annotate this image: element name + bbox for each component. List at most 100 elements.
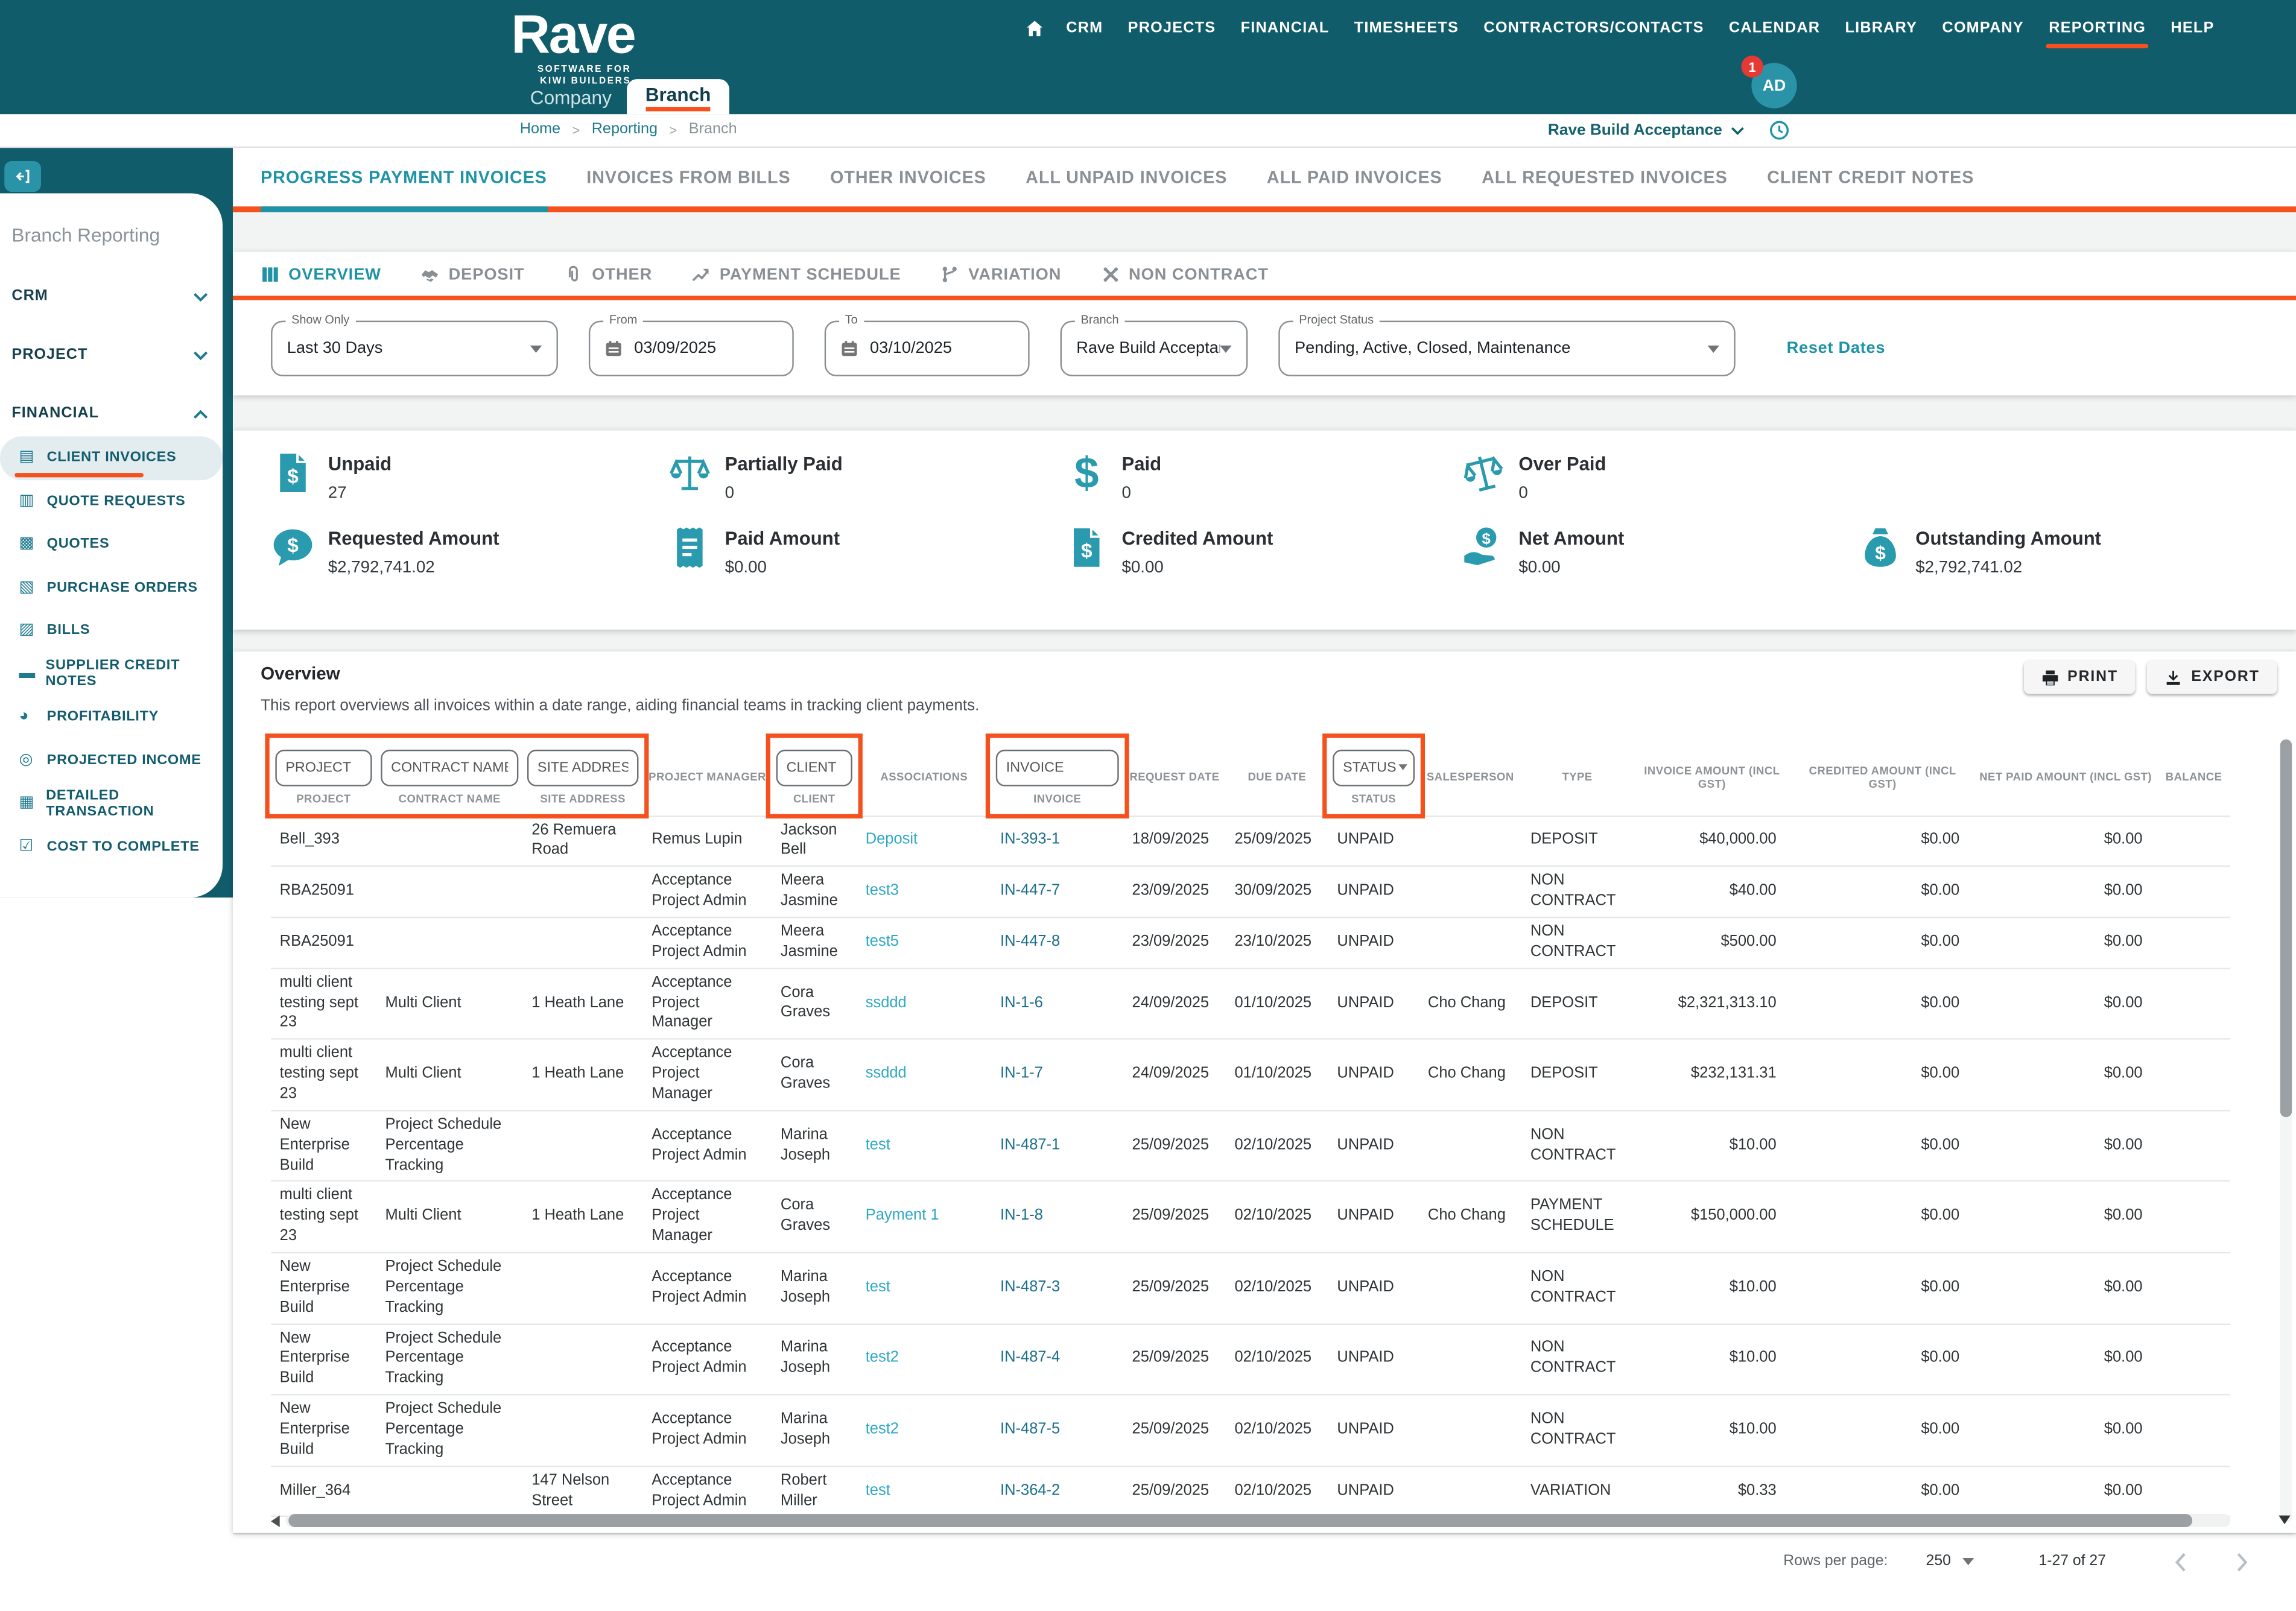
invoice-link[interactable]: IN-447-7: [1000, 882, 1060, 899]
sidebar-section-crm[interactable]: CRM: [11, 288, 208, 305]
association-link[interactable]: test: [866, 1136, 890, 1153]
site-address-filter-input[interactable]: [527, 749, 639, 787]
tab-company[interactable]: Company: [516, 82, 627, 114]
report-tab[interactable]: CLIENT CREDIT NOTES: [1767, 148, 1974, 206]
nav-item[interactable]: PROJECTS: [1128, 21, 1216, 37]
nav-item[interactable]: CRM: [1066, 21, 1103, 37]
cell-status: UNPAID: [1328, 1394, 1419, 1467]
to-date-field[interactable]: To 03/10/2025: [824, 313, 1030, 376]
contract-name-filter-input[interactable]: [381, 749, 519, 787]
report-tab[interactable]: OTHER INVOICES: [830, 148, 986, 206]
invoice-filter-input[interactable]: [995, 749, 1119, 787]
report-tab[interactable]: INVOICES FROM BILLS: [586, 148, 790, 206]
sidebar-item[interactable]: COST TO COMPLETE: [0, 825, 223, 869]
invoice-link[interactable]: IN-1-8: [1000, 1207, 1043, 1224]
association-link[interactable]: test: [866, 1278, 890, 1296]
sidebar-item[interactable]: PROFITABILITY: [0, 695, 223, 739]
nav-item[interactable]: TIMESHEETS: [1354, 21, 1459, 37]
nav-item[interactable]: LIBRARY: [1845, 21, 1917, 37]
breadcrumb-home[interactable]: Home: [520, 121, 560, 138]
sidebar-item[interactable]: QUOTE REQUESTS: [0, 480, 223, 523]
rows-per-page-select[interactable]: 250: [1926, 1554, 1974, 1569]
project-status-select[interactable]: Project Status Pending, Active, Closed, …: [1278, 313, 1736, 376]
nav-item[interactable]: COMPANY: [1942, 21, 2024, 37]
home-icon[interactable]: [1025, 19, 1044, 39]
collapse-sidebar-button[interactable]: [4, 161, 41, 192]
sidebar-item[interactable]: DETAILED TRANSACTION: [0, 782, 223, 825]
previous-page-button[interactable]: [2171, 1551, 2191, 1572]
association-link[interactable]: test: [866, 1481, 890, 1499]
clock-icon[interactable]: [1769, 120, 1790, 141]
nav-item[interactable]: CALENDAR: [1729, 21, 1820, 37]
cell-contract-name: Multi Client: [376, 1181, 523, 1253]
report-tab[interactable]: ALL REQUESTED INVOICES: [1482, 148, 1728, 206]
cell-salesperson: [1419, 1252, 1522, 1325]
cell-project-manager: Acceptance Project Admin: [642, 1110, 772, 1183]
invoice-link[interactable]: IN-487-4: [1000, 1349, 1060, 1367]
cell-credited-amount: $0.00: [1790, 815, 1974, 867]
nav-item[interactable]: HELP: [2171, 21, 2214, 37]
invoice-link[interactable]: IN-393-1: [1000, 831, 1060, 848]
print-button[interactable]: PRINT: [2023, 660, 2136, 694]
vertical-scroll-thumb[interactable]: [2280, 739, 2292, 1118]
invoice-link[interactable]: IN-447-8: [1000, 932, 1060, 950]
view-tab-overview[interactable]: OVERVIEW: [261, 265, 381, 284]
show-only-select[interactable]: Show Only Last 30 Days: [271, 313, 558, 376]
invoice-link[interactable]: IN-487-5: [1000, 1420, 1060, 1438]
report-tab[interactable]: ALL UNPAID INVOICES: [1026, 148, 1227, 206]
association-link[interactable]: test2: [866, 1349, 899, 1367]
tab-branch[interactable]: Branch: [626, 79, 731, 115]
rave-logo[interactable]: Rave SOFTWARE FOR KIWI BUILDERS: [511, 5, 636, 88]
report-tab[interactable]: ALL PAID INVOICES: [1267, 148, 1442, 206]
association-link[interactable]: test2: [866, 1420, 899, 1438]
view-tab-other[interactable]: OTHER: [564, 265, 652, 284]
branch-filter-select[interactable]: Branch Rave Build Acceptance: [1060, 313, 1248, 376]
export-button[interactable]: EXPORT: [2147, 660, 2277, 694]
invoice-link[interactable]: IN-487-3: [1000, 1278, 1060, 1296]
horizontal-scrollbar[interactable]: [271, 1514, 2231, 1527]
association-link[interactable]: test3: [866, 882, 899, 899]
cell-balance: [2157, 1039, 2231, 1112]
scroll-left-icon[interactable]: [271, 1514, 280, 1527]
client-filter-input[interactable]: [776, 749, 852, 787]
sidebar-item[interactable]: SUPPLIER CREDIT NOTES: [0, 652, 223, 695]
view-tab-variation[interactable]: VARIATION: [940, 265, 1061, 284]
avatar[interactable]: AD 1: [1741, 55, 1797, 109]
sidebar-section-financial[interactable]: FINANCIAL: [11, 405, 208, 422]
next-page-button[interactable]: [2232, 1551, 2253, 1572]
sidebar-item[interactable]: CLIENT INVOICES: [0, 436, 223, 480]
project-filter-input[interactable]: [275, 749, 372, 787]
vertical-scrollbar[interactable]: [2280, 739, 2292, 1523]
invoice-link[interactable]: IN-487-1: [1000, 1136, 1060, 1153]
association-link[interactable]: ssddd: [866, 993, 907, 1011]
association-link[interactable]: ssddd: [866, 1065, 907, 1082]
sidebar-item[interactable]: PURCHASE ORDERS: [0, 566, 223, 609]
association-link[interactable]: Deposit: [866, 831, 918, 848]
association-link[interactable]: Payment 1: [866, 1207, 939, 1224]
reset-dates-link[interactable]: Reset Dates: [1787, 340, 1886, 357]
view-tab-non-contract[interactable]: NON CONTRACT: [1101, 265, 1269, 284]
nav-item[interactable]: CONTRACTORS/CONTACTS: [1483, 21, 1704, 37]
invoice-link[interactable]: IN-364-2: [1000, 1481, 1060, 1499]
nav-item[interactable]: FINANCIAL: [1241, 21, 1330, 37]
sidebar-item[interactable]: BILLS: [0, 609, 223, 653]
view-tab-deposit[interactable]: DEPOSIT: [420, 265, 524, 284]
scales-tilted-icon: [1462, 451, 1506, 495]
invoice-link[interactable]: IN-1-6: [1000, 993, 1043, 1011]
sidebar-section-project[interactable]: PROJECT: [11, 347, 208, 363]
cell-salesperson: [1419, 815, 1522, 867]
association-link[interactable]: test5: [866, 932, 899, 950]
report-tab[interactable]: PROGRESS PAYMENT INVOICES: [261, 148, 547, 213]
sidebar-item[interactable]: PROJECTED INCOME: [0, 739, 223, 782]
from-date-field[interactable]: From 03/09/2025: [588, 313, 794, 376]
nav-item[interactable]: REPORTING: [2046, 21, 2149, 49]
cell-contract-name: [376, 866, 523, 918]
branch-selector[interactable]: Rave Build Acceptance: [1548, 121, 1744, 139]
breadcrumb-reporting[interactable]: Reporting: [592, 121, 658, 138]
invoice-link[interactable]: IN-1-7: [1000, 1065, 1043, 1082]
cell-request-date: 25/09/2025: [1123, 1394, 1226, 1467]
view-tab-payment-schedule[interactable]: PAYMENT SCHEDULE: [692, 265, 901, 284]
sidebar-item[interactable]: QUOTES: [0, 523, 223, 566]
scroll-down-icon[interactable]: [2279, 1515, 2291, 1525]
horizontal-scroll-thumb[interactable]: [288, 1514, 2193, 1527]
